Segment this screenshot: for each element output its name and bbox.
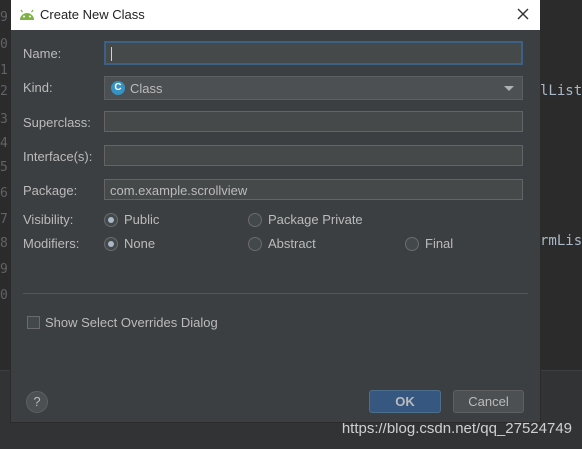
cancel-button[interactable]: Cancel bbox=[453, 390, 524, 413]
close-icon[interactable] bbox=[515, 6, 531, 22]
name-input[interactable] bbox=[104, 41, 523, 65]
modifier-final-label[interactable]: Final bbox=[425, 236, 453, 251]
chevron-down-icon bbox=[504, 86, 514, 91]
create-new-class-dialog: Create New Class Name: Kind: C Class Sup… bbox=[11, 0, 540, 422]
modifiers-label: Modifiers: bbox=[23, 236, 80, 251]
help-button[interactable]: ? bbox=[26, 391, 48, 413]
superclass-label: Superclass: bbox=[23, 115, 91, 130]
visibility-package-private-radio[interactable] bbox=[248, 213, 262, 227]
package-label: Package: bbox=[23, 183, 78, 198]
modifier-abstract-radio[interactable] bbox=[248, 237, 262, 251]
name-label: Name: bbox=[23, 46, 62, 61]
kind-value: Class bbox=[130, 81, 163, 96]
modifier-abstract-label[interactable]: Abstract bbox=[268, 236, 316, 251]
ok-button[interactable]: OK bbox=[369, 390, 441, 413]
class-icon: C bbox=[111, 81, 125, 95]
modifier-none-radio[interactable] bbox=[104, 237, 118, 251]
modifier-none-label[interactable]: None bbox=[124, 236, 155, 251]
superclass-input[interactable] bbox=[104, 111, 523, 132]
dialog-title: Create New Class bbox=[40, 7, 145, 22]
visibility-package-private-label[interactable]: Package Private bbox=[268, 212, 363, 227]
interfaces-label: Interface(s): bbox=[23, 149, 93, 164]
visibility-label: Visibility: bbox=[23, 212, 74, 227]
visibility-public-label[interactable]: Public bbox=[124, 212, 159, 227]
kind-label: Kind: bbox=[23, 80, 53, 95]
visibility-public-radio[interactable] bbox=[104, 213, 118, 227]
dialog-titlebar: Create New Class bbox=[11, 0, 540, 30]
interfaces-input[interactable] bbox=[104, 145, 523, 166]
package-input[interactable]: com.example.scrollview bbox=[104, 179, 523, 200]
code-fragment: rmList bbox=[540, 233, 582, 249]
kind-dropdown[interactable]: C Class bbox=[104, 76, 523, 100]
watermark: https://blog.csdn.net/qq_27524749 bbox=[341, 420, 572, 437]
text-caret bbox=[111, 47, 112, 61]
android-icon bbox=[20, 9, 34, 20]
divider bbox=[23, 293, 528, 294]
code-fragment: lListe bbox=[540, 83, 582, 99]
show-overrides-checkbox[interactable] bbox=[27, 316, 40, 329]
modifier-final-radio[interactable] bbox=[405, 237, 419, 251]
show-overrides-label[interactable]: Show Select Overrides Dialog bbox=[45, 315, 218, 330]
